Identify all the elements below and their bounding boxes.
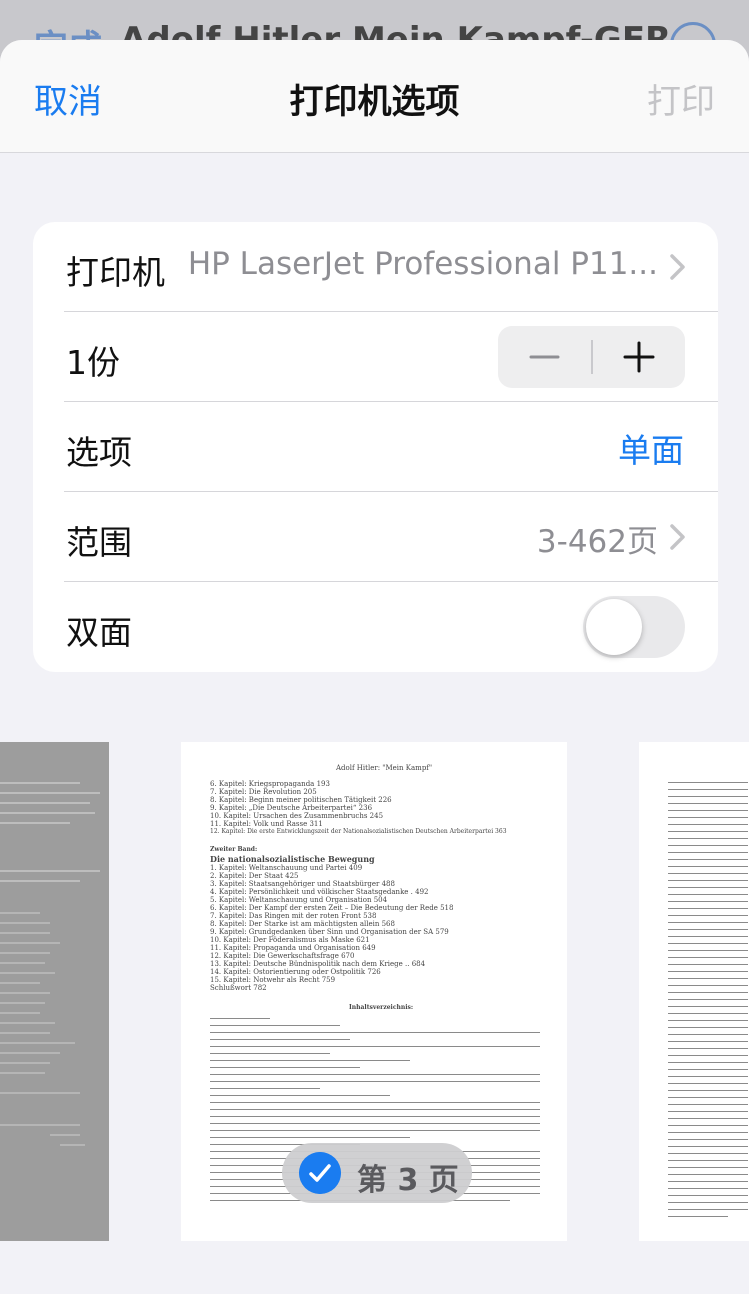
- range-value: 3-462页: [536, 524, 658, 560]
- toc-line: 14. Kapitel: Ostorientierung oder Ostpol…: [210, 968, 381, 976]
- copies-stepper: [498, 326, 685, 388]
- printer-value: HP LaserJet Professional P11...: [187, 246, 658, 282]
- toc-line: 2. Kapitel: Der Staat 425: [210, 872, 299, 880]
- toc-line: 9. Kapitel: Grundgedanken über Sinn und …: [210, 928, 449, 936]
- toc-line: Schlußwort 782: [210, 984, 267, 992]
- printer-label: 打印机: [66, 253, 165, 292]
- checkmark-circle-icon: [299, 1152, 341, 1194]
- index-title: Inhaltsverzeichnis:: [349, 1004, 414, 1011]
- printer-options-sheet: 取消 打印机选项 打印 打印机 HP LaserJet Professional…: [0, 40, 749, 1294]
- options-row[interactable]: 选项 单面: [33, 402, 718, 492]
- chevron-right-icon: [670, 254, 685, 280]
- copies-row: 1份: [33, 312, 718, 402]
- toc-line: 6. Kapitel: Der Kampf der ersten Zeit – …: [210, 904, 454, 912]
- print-button[interactable]: 打印: [647, 74, 715, 123]
- volume-title: Die nationalsozialistische Bewegung: [210, 854, 375, 864]
- toc-line: 13. Kapitel: Deutsche Bündnispolitik nac…: [210, 960, 426, 968]
- duplex-toggle[interactable]: [583, 596, 685, 658]
- plus-icon[interactable]: [593, 326, 685, 388]
- toc-line: 6. Kapitel: Kriegspropaganda 193: [210, 780, 330, 788]
- options-card: 打印机 HP LaserJet Professional P11... 1份 选…: [33, 222, 718, 672]
- toc-line: 4. Kapitel: Persönlichkeit und völkische…: [210, 888, 429, 896]
- options-label: 选项: [66, 433, 132, 472]
- page-header: Adolf Hitler: "Mein Kampf": [336, 764, 433, 772]
- printer-row[interactable]: 打印机 HP LaserJet Professional P11...: [33, 222, 718, 312]
- toc-line: 10. Kapitel: Der Föderalismus als Maske …: [210, 936, 370, 944]
- toc-line: 8. Kapitel: Beginn meiner politischen Tä…: [210, 796, 392, 804]
- page-title: 打印机选项: [289, 82, 460, 122]
- preview-page-previous[interactable]: [0, 742, 109, 1241]
- duplex-row: 双面: [33, 582, 718, 672]
- range-label: 范围: [66, 523, 132, 562]
- range-row[interactable]: 范围 3-462页: [33, 492, 718, 582]
- toc-line: 12. Kapitel: Die Gewerkschaftsfrage 670: [210, 952, 355, 960]
- toc-line: 5. Kapitel: Weltanschauung und Organisat…: [210, 896, 388, 904]
- toc-line: 3. Kapitel: Staatsangehöriger und Staats…: [210, 880, 395, 888]
- preview-page-next[interactable]: [639, 742, 749, 1241]
- page-selected-badge[interactable]: 第 3 页: [282, 1143, 472, 1203]
- toc-line: 11. Kapitel: Volk und Rasse 311: [210, 820, 323, 828]
- toc-line: 7. Kapitel: Das Ringen mit der roten Fro…: [210, 912, 377, 920]
- toc-line: 10. Kapitel: Ursachen des Zusammenbruchs…: [210, 812, 384, 820]
- toggle-knob: [586, 599, 642, 655]
- duplex-label: 双面: [66, 613, 132, 652]
- toc-line: 11. Kapitel: Propaganda und Organisation…: [210, 944, 376, 952]
- volume-label: Zweiter Band:: [210, 846, 258, 853]
- page-number-label: 第 3 页: [357, 1163, 459, 1198]
- navigation-bar: 取消 打印机选项 打印: [0, 40, 749, 153]
- toc-line: 1. Kapitel: Weltanschauung und Partei 40…: [210, 864, 363, 872]
- chevron-right-icon: [670, 524, 685, 550]
- toc-line: 7. Kapitel: Die Revolution 205: [210, 788, 317, 796]
- options-value[interactable]: 单面: [618, 424, 684, 472]
- toc-line: 9. Kapitel: „Die Deutsche Arbeiterpartei…: [210, 804, 373, 812]
- page-preview-strip[interactable]: Adolf Hitler: "Mein Kampf" 6. Kapitel: K…: [0, 740, 749, 1250]
- minus-icon[interactable]: [498, 326, 591, 388]
- toc-line: 8. Kapitel: Der Starke ist am mächtigste…: [210, 920, 395, 928]
- toc-line: 12. Kapitel: Die erste Entwicklungszeit …: [210, 828, 507, 835]
- copies-label: 1份: [66, 343, 120, 382]
- toc-line: 15. Kapitel: Notwehr als Recht 759: [210, 976, 336, 984]
